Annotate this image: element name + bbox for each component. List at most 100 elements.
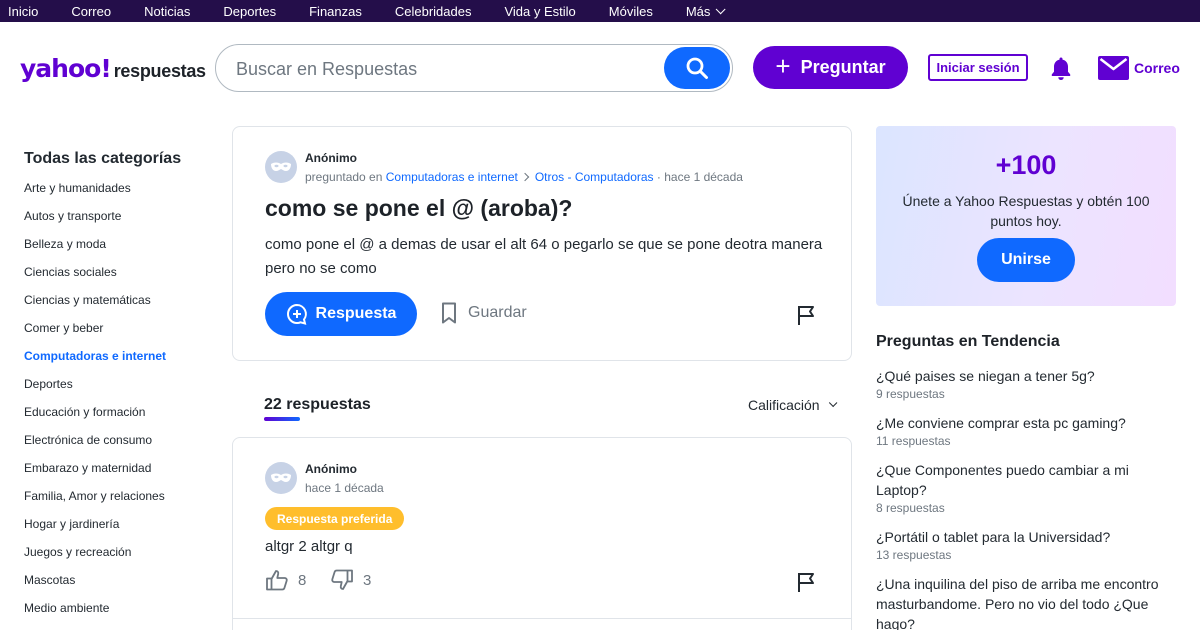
join-promo-card: +100 Únete a Yahoo Respuestas y obtén 10…: [876, 126, 1176, 306]
topnav-celebridades[interactable]: Celebridades: [395, 4, 472, 19]
join-button[interactable]: Unirse: [977, 238, 1075, 282]
topnav-inicio[interactable]: Inicio: [8, 4, 38, 19]
topnav-mas[interactable]: Más: [685, 3, 726, 19]
thumbs-down-button[interactable]: 3: [330, 569, 371, 591]
thumbs-down-icon: [331, 569, 353, 590]
thumbs-up-icon: [266, 570, 288, 591]
mail-link[interactable]: Correo: [1098, 56, 1180, 80]
flag-icon: [798, 573, 814, 592]
question-body: como pone el @ a demas de usar el alt 64…: [265, 236, 823, 277]
category-item[interactable]: Electrónica de consumo: [24, 433, 214, 461]
notifications-button[interactable]: [1049, 56, 1073, 86]
answer-button-label: Respuesta: [315, 305, 397, 322]
trending-question-link[interactable]: ¿Una inquilina del piso de arriba me enc…: [876, 574, 1176, 630]
category-item[interactable]: Medio ambiente: [24, 601, 214, 629]
trending-answer-count: 11 respuestas: [876, 434, 951, 448]
category-item[interactable]: Belleza y moda: [24, 237, 214, 265]
category-item[interactable]: Educación y formación: [24, 405, 214, 433]
topnav-mas-label: Más: [685, 3, 711, 19]
answers-count: 22 respuestas: [264, 396, 371, 413]
topnav-deportes[interactable]: Deportes: [223, 4, 276, 19]
search-bar: [215, 44, 733, 92]
asked-in-label: preguntado en: [305, 170, 383, 184]
question-card: Anónimo preguntado en Computadoras e int…: [232, 126, 852, 361]
category-item[interactable]: Autos y transporte: [24, 209, 214, 237]
category-item[interactable]: Ciencias y matemáticas: [24, 293, 214, 321]
categories-title: Todas las categorías: [24, 150, 182, 167]
login-button[interactable]: Iniciar sesión: [928, 54, 1028, 81]
bell-icon: [1051, 57, 1071, 80]
dislikes-count: 3: [363, 571, 372, 589]
mail-icon: [1098, 56, 1129, 80]
chevron-down-icon: [716, 3, 726, 14]
question-author: Anónimo: [305, 151, 357, 165]
ask-question-button[interactable]: + Preguntar: [753, 46, 908, 89]
topnav-noticias[interactable]: Noticias: [144, 4, 190, 19]
trending-answer-count: 8 respuestas: [876, 501, 945, 515]
promo-points: +100: [995, 150, 1057, 180]
category-link[interactable]: Computadoras e internet: [386, 170, 518, 184]
topnav-correo[interactable]: Correo: [71, 4, 111, 19]
avatar: [265, 462, 297, 494]
save-button[interactable]: Guardar: [441, 302, 527, 324]
logo-brand: yahoo!: [20, 54, 112, 83]
divider: [233, 618, 851, 619]
add-comment-icon: [286, 303, 307, 325]
best-answer-badge: Respuesta preferida: [265, 507, 405, 530]
category-item-active[interactable]: Computadoras e internet: [24, 349, 214, 377]
answer-card: Anónimo hace 1 década Respuesta preferid…: [232, 437, 852, 630]
categories-sidebar: Todas las categorías Arte y humanidades …: [24, 150, 214, 629]
category-item[interactable]: Hogar y jardinería: [24, 517, 214, 545]
topnav-finanzas[interactable]: Finanzas: [309, 4, 362, 19]
trending-answer-count: 9 respuestas: [876, 387, 945, 401]
flag-icon: [798, 306, 814, 325]
promo-text: Únete a Yahoo Respuestas y obtén 100 pun…: [902, 193, 1150, 229]
category-item[interactable]: Juegos y recreación: [24, 545, 214, 573]
top-nav: Inicio Correo Noticias Deportes Finanzas…: [0, 0, 1200, 22]
yahoo-respuestas-logo[interactable]: yahoo! respuestas: [20, 54, 206, 83]
trending-list: ¿Qué paises se niegan a tener 5g? 9 resp…: [876, 366, 1176, 630]
report-answer-button[interactable]: [796, 571, 818, 598]
answer-time: hace 1 década: [305, 481, 384, 495]
trending-question-link[interactable]: ¿Me conviene comprar esta pc gaming?: [876, 413, 1176, 433]
answer-author: Anónimo: [305, 462, 357, 476]
answer-text: altgr 2 altgr q: [265, 538, 353, 555]
category-item[interactable]: Arte y humanidades: [24, 181, 214, 209]
avatar: [265, 151, 297, 183]
trending-question-link[interactable]: ¿Portátil o tablet para la Universidad?: [876, 527, 1176, 547]
thumbs-up-button[interactable]: 8: [265, 569, 306, 591]
trending-question-link[interactable]: ¿Que Componentes puedo cambiar a mi Lapt…: [876, 460, 1176, 500]
anonymous-mask-icon: [271, 162, 291, 171]
search-input[interactable]: [236, 56, 656, 82]
answer-button[interactable]: Respuesta: [265, 292, 417, 336]
topnav-moviles[interactable]: Móviles: [609, 4, 653, 19]
trending-answer-count: 13 respuestas: [876, 548, 952, 562]
list-item: ¿Portátil o tablet para la Universidad? …: [876, 527, 1176, 562]
anonymous-mask-icon: [271, 473, 291, 482]
categories-list: Arte y humanidades Autos y transporte Be…: [24, 181, 214, 629]
mail-label: Correo: [1134, 60, 1180, 76]
search-icon: [686, 57, 708, 79]
ask-button-label: Preguntar: [800, 57, 886, 77]
category-item[interactable]: Familia, Amor y relaciones: [24, 489, 214, 517]
category-item[interactable]: Comer y beber: [24, 321, 214, 349]
plus-icon: +: [775, 51, 791, 81]
list-item: ¿Que Componentes puedo cambiar a mi Lapt…: [876, 460, 1176, 515]
subcategory-link[interactable]: Otros - Computadoras: [535, 170, 654, 184]
trending-question-link[interactable]: ¿Qué paises se niegan a tener 5g?: [876, 366, 1176, 386]
logo-product: respuestas: [113, 61, 206, 81]
report-question-button[interactable]: [796, 304, 818, 331]
question-time: · hace 1 década: [656, 170, 743, 184]
chevron-right-icon: [520, 172, 530, 182]
bookmark-icon: [442, 302, 456, 324]
category-item[interactable]: Mascotas: [24, 573, 214, 601]
search-button[interactable]: [664, 47, 730, 89]
category-item[interactable]: Ciencias sociales: [24, 265, 214, 293]
category-item[interactable]: Embarazo y maternidad: [24, 461, 214, 489]
topnav-vida-y-estilo[interactable]: Vida y Estilo: [504, 4, 575, 19]
chevron-down-icon: [828, 398, 837, 408]
sort-dropdown[interactable]: Calificación: [748, 397, 837, 413]
list-item: ¿Me conviene comprar esta pc gaming? 11 …: [876, 413, 1176, 448]
category-item[interactable]: Deportes: [24, 377, 214, 405]
save-button-label: Guardar: [468, 304, 527, 321]
